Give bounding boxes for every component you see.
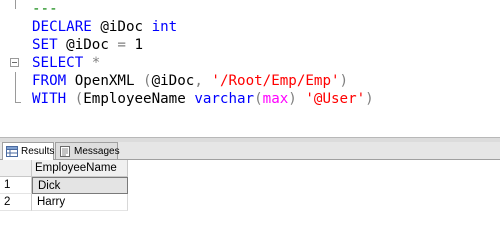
row-number[interactable]: 2 xyxy=(0,194,32,211)
outline-bar xyxy=(15,72,16,102)
outline-bar xyxy=(15,0,16,9)
results-tabstrip: Results Messages xyxy=(0,142,500,160)
tab-results-label: Results xyxy=(21,146,55,157)
row-number[interactable]: 1 xyxy=(0,177,32,194)
collapse-icon[interactable] xyxy=(10,58,19,67)
code-line-4[interactable]: SELECT * xyxy=(32,54,100,72)
code-line-5[interactable]: FROM OpenXML (@iDoc, '/Root/Emp/Emp') xyxy=(32,72,348,90)
code-line-3[interactable]: SET @iDoc = 1 xyxy=(32,36,143,54)
tab-messages-label: Messages xyxy=(74,145,120,157)
query-editor[interactable]: --- DECLARE @iDoc int SET @iDoc = 1 SELE… xyxy=(0,0,500,137)
code-line-6[interactable]: WITH (EmployeeName varchar(max) '@User') xyxy=(32,90,374,108)
results-grid[interactable]: EmployeeName 1 Dick 2 Harry xyxy=(0,160,500,211)
code-line-1[interactable]: --- xyxy=(32,0,58,18)
tab-messages[interactable]: Messages xyxy=(55,142,120,159)
grid-corner[interactable] xyxy=(0,160,32,177)
tab-results[interactable]: Results xyxy=(2,142,54,160)
code-line-2[interactable]: DECLARE @iDoc int xyxy=(32,18,177,36)
grid-icon xyxy=(6,146,18,157)
outline-bar xyxy=(15,102,21,103)
grid-cell[interactable]: Dick xyxy=(32,177,128,194)
grid-cell[interactable]: Harry xyxy=(32,194,128,211)
messages-icon xyxy=(59,145,71,157)
column-header[interactable]: EmployeeName xyxy=(32,160,128,177)
